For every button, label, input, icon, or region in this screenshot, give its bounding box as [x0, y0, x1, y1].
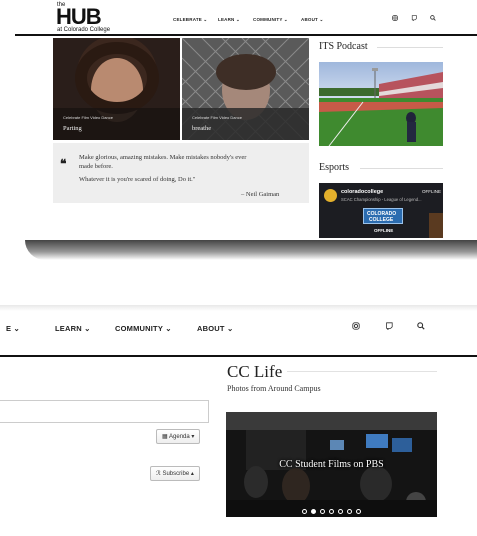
- site-header: the HUB at Colorado College CELEBRATE ⌄ …: [15, 0, 477, 36]
- embed-edge: [429, 213, 443, 238]
- subscribe-label: Subscribe ▴: [162, 471, 194, 477]
- cc-badge: COLORADO COLLEGE: [363, 208, 403, 224]
- esports-heading: Esports: [319, 162, 349, 173]
- nav-community[interactable]: COMMUNITY ⌄: [115, 324, 172, 333]
- channel-avatar: [324, 189, 337, 202]
- twitch-embed[interactable]: coloradocollege OFFLINE SCAC Championshi…: [319, 183, 443, 238]
- calendar-icon: ▦: [162, 434, 168, 440]
- badge-status: OFFLINE: [374, 228, 394, 233]
- carousel-dot[interactable]: [347, 509, 352, 514]
- carousel-dot[interactable]: [311, 509, 316, 514]
- cclife-subtitle: Photos from Around Campus: [227, 384, 321, 393]
- carousel-dot[interactable]: [356, 509, 361, 514]
- tile-tags: Celebrate Film Video Dance: [63, 115, 113, 120]
- instagram-icon[interactable]: [352, 322, 360, 332]
- carousel-dot[interactable]: [329, 509, 334, 514]
- quote-author: – Neil Gaiman: [241, 191, 280, 198]
- post-tile-parting[interactable]: Celebrate Film Video Dance Parting: [53, 38, 180, 140]
- nav-about[interactable]: ABOUT ⌄: [197, 324, 233, 333]
- heading-rule: [377, 47, 443, 48]
- quote-line-2: made before.: [79, 163, 113, 170]
- carousel-dots: [226, 501, 437, 517]
- quote-block: ❝ Make glorious, amazing mistakes. Make …: [53, 143, 309, 203]
- nav-rule: [0, 355, 477, 357]
- post-tile-breathe[interactable]: Celebrate Film Video Dance breathe: [182, 38, 309, 140]
- quote-line-3: Whatever it is you're scared of doing, D…: [79, 176, 196, 183]
- rss-icon: ℛ: [156, 471, 161, 477]
- channel-status: OFFLINE: [422, 189, 442, 194]
- podcast-image[interactable]: [319, 62, 443, 146]
- carousel-caption[interactable]: CC Student Films on PBS: [226, 459, 437, 470]
- screenshot-shadow: [25, 240, 477, 260]
- nav-community[interactable]: COMMUNITY ⌄: [253, 17, 288, 23]
- carousel-dot[interactable]: [302, 509, 307, 514]
- logo-hub: HUB: [56, 4, 102, 29]
- twitch-icon[interactable]: [385, 322, 393, 332]
- subscribe-button[interactable]: ℛ Subscribe ▴: [150, 466, 200, 481]
- tile-title[interactable]: Parting: [63, 125, 82, 132]
- search-icon[interactable]: [417, 322, 425, 332]
- its-podcast-heading: ITS Podcast: [319, 41, 368, 52]
- tile-title[interactable]: breathe: [192, 125, 211, 132]
- instagram-icon[interactable]: [392, 15, 398, 23]
- twitch-icon[interactable]: [411, 15, 417, 23]
- quote-mark-icon: ❝: [60, 157, 67, 171]
- agenda-button[interactable]: ▦ Agenda ▾: [156, 429, 201, 444]
- nav-learn[interactable]: LEARN ⌄: [55, 324, 91, 333]
- badge-line2: COLLEGE: [369, 217, 394, 223]
- tile-tags: Celebrate Film Video Dance: [192, 115, 242, 120]
- event-search-input[interactable]: [0, 400, 209, 423]
- top-edge: [0, 305, 477, 311]
- logo-subtitle: at Colorado College: [57, 27, 111, 33]
- cclife-heading: CC Life: [227, 362, 283, 381]
- nav-learn[interactable]: LEARN ⌄: [218, 17, 240, 23]
- photo-carousel[interactable]: CC Student Films on PBS: [226, 412, 437, 517]
- search-icon[interactable]: [430, 15, 436, 23]
- carousel-dot[interactable]: [320, 509, 325, 514]
- stream-title: SCAC Championship - League of Legend...: [341, 197, 422, 202]
- hub-homepage-screenshot: the HUB at Colorado College CELEBRATE ⌄ …: [15, 0, 477, 248]
- stadium-photo: [319, 62, 443, 146]
- carousel-dot[interactable]: [338, 509, 343, 514]
- nav-celebrate[interactable]: CELEBRATE ⌄: [173, 17, 207, 23]
- agenda-label: Agenda ▾: [169, 434, 195, 440]
- channel-name[interactable]: coloradocollege: [341, 189, 383, 195]
- nav-about[interactable]: ABOUT ⌄: [301, 17, 323, 23]
- heading-rule: [287, 371, 437, 372]
- heading-rule: [360, 168, 443, 169]
- cclife-page-screenshot: E ⌄ LEARN ⌄ COMMUNITY ⌄ ABOUT ⌄ ▦ Agenda…: [0, 305, 477, 536]
- quote-line-1: Make glorious, amazing mistakes. Make mi…: [79, 154, 247, 161]
- nav-celebrate-partial[interactable]: E ⌄: [6, 324, 20, 333]
